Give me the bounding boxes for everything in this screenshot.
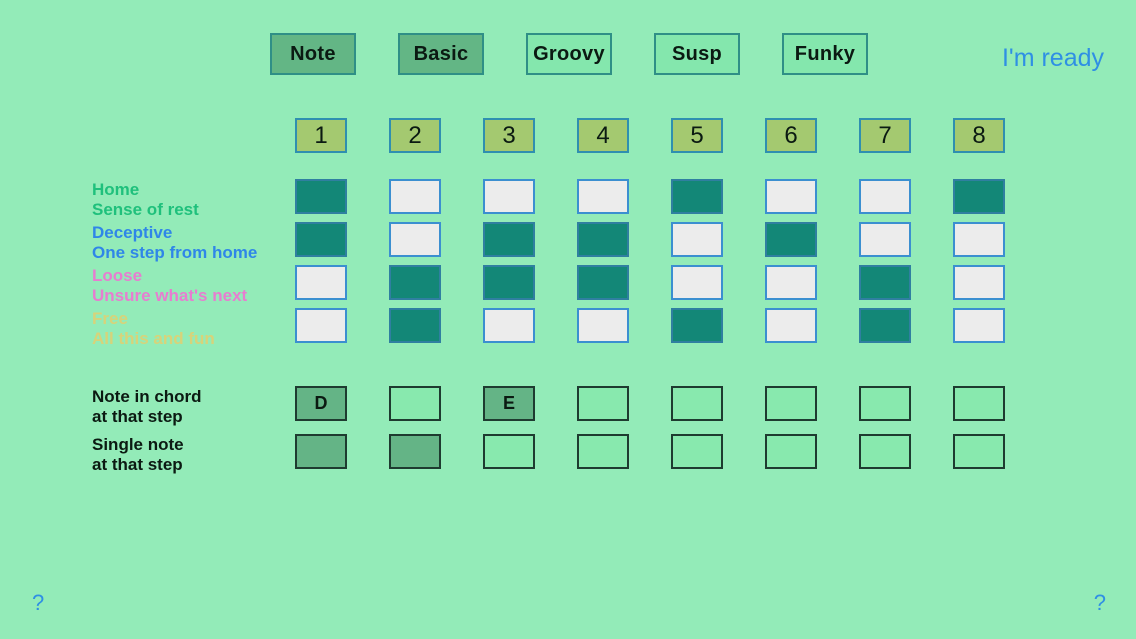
tab-funky[interactable]: Funky [782,33,868,75]
chord-row-subtitle: One step from home [92,243,258,262]
chord-row-label: Loose Unsure what's next [92,266,247,306]
note-cell[interactable] [577,386,629,421]
note-cell[interactable] [483,434,535,469]
chord-cell[interactable] [953,265,1005,300]
tab-susp[interactable]: Susp [654,33,740,75]
step-number: 4 [577,118,629,153]
chord-cell[interactable] [295,265,347,300]
chord-row-title: Home [92,180,140,199]
step-number: 7 [859,118,911,153]
note-cell[interactable] [765,434,817,469]
note-row-label: Note in chord at that step [92,387,202,427]
chord-row-subtitle: All this and fun [92,329,215,348]
chord-cell[interactable] [765,265,817,300]
note-cell[interactable] [295,434,347,469]
note-cell[interactable] [671,434,723,469]
note-cell[interactable] [859,386,911,421]
chord-cell[interactable] [295,222,347,257]
note-cell[interactable] [577,434,629,469]
chord-cell[interactable] [389,265,441,300]
chord-cell[interactable] [483,222,535,257]
ready-button[interactable]: I'm ready [1002,44,1104,73]
note-cell[interactable] [953,434,1005,469]
chord-row-title: Loose [92,266,143,285]
chord-row-subtitle: Unsure what's next [92,286,248,305]
note-cell[interactable]: D [295,386,347,421]
chord-cell[interactable] [671,179,723,214]
chord-row-label: Free All this and fun [92,309,215,349]
step-number: 6 [765,118,817,153]
chord-cell[interactable] [577,265,629,300]
chord-cell[interactable] [953,222,1005,257]
note-row-title: Single note [92,435,184,454]
step-number: 3 [483,118,535,153]
chord-cell[interactable] [483,308,535,343]
note-cell[interactable]: E [483,386,535,421]
note-cell[interactable] [389,386,441,421]
step-number: 2 [389,118,441,153]
chord-cell[interactable] [859,265,911,300]
chord-cell[interactable] [483,179,535,214]
step-number: 5 [671,118,723,153]
chord-row-title: Free [92,309,128,328]
note-row-subtitle: at that step [92,455,183,474]
chord-cell[interactable] [953,308,1005,343]
help-button-right[interactable]: ? [1094,590,1106,616]
step-number: 1 [295,118,347,153]
step-number: 8 [953,118,1005,153]
chord-cell[interactable] [859,179,911,214]
chord-cell[interactable] [765,179,817,214]
chord-cell[interactable] [483,265,535,300]
chord-cell[interactable] [765,222,817,257]
chord-row-title: Deceptive [92,223,173,242]
note-row-subtitle: at that step [92,407,183,426]
chord-cell[interactable] [671,222,723,257]
note-cell[interactable] [671,386,723,421]
chord-cell[interactable] [389,179,441,214]
chord-cell[interactable] [765,308,817,343]
chord-cell[interactable] [859,222,911,257]
tab-groovy[interactable]: Groovy [526,33,612,75]
chord-row-label: Home Sense of rest [92,180,199,220]
chord-cell[interactable] [859,308,911,343]
chord-cell[interactable] [389,308,441,343]
chord-cell[interactable] [953,179,1005,214]
note-cell[interactable] [859,434,911,469]
chord-cell[interactable] [389,222,441,257]
chord-cell[interactable] [295,308,347,343]
note-cell[interactable] [765,386,817,421]
note-cell[interactable] [389,434,441,469]
note-row-title: Note in chord [92,387,202,406]
note-row-label: Single note at that step [92,435,184,475]
chord-cell[interactable] [577,222,629,257]
tab-note[interactable]: Note [270,33,356,75]
chord-row-subtitle: Sense of rest [92,200,199,219]
chord-cell[interactable] [671,308,723,343]
chord-cell[interactable] [577,308,629,343]
chord-cell[interactable] [671,265,723,300]
chord-row-label: Deceptive One step from home [92,223,257,263]
help-button-left[interactable]: ? [32,590,44,616]
tab-basic[interactable]: Basic [398,33,484,75]
note-cell[interactable] [953,386,1005,421]
chord-cell[interactable] [295,179,347,214]
chord-cell[interactable] [577,179,629,214]
